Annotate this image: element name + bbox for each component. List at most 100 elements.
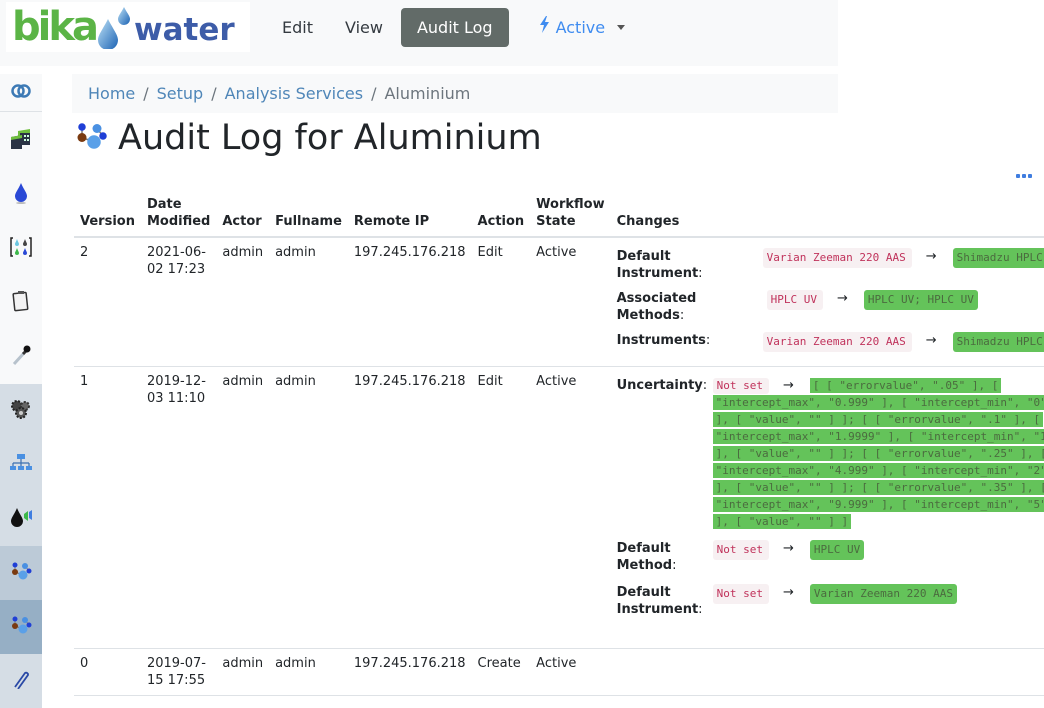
workflow-state-label: Active <box>555 18 606 37</box>
bika-water-logo[interactable]: bika water <box>6 2 250 52</box>
audit-log-table: Version Date Modified Actor Fullname Remo… <box>74 194 1044 696</box>
change-entry: Uncertainty: Not set →[ [ "errorvalue", "… <box>617 377 1044 530</box>
header-label: Changes <box>616 214 680 229</box>
change-entry: Default Instrument: Varian Zeeman 220 AA… <box>617 248 1044 282</box>
change-field: Associated Methods: <box>616 291 697 323</box>
breadcrumb-separator: / <box>371 84 377 103</box>
sidebar-toggle[interactable] <box>0 74 42 112</box>
header-label: Remote IP <box>353 214 430 229</box>
header-label: Modified <box>146 214 211 229</box>
col-action[interactable]: Action <box>471 194 531 238</box>
nav-view[interactable]: View <box>329 8 399 47</box>
new-value: Shimadzu HPLC <box>952 332 1044 352</box>
sidebar-item-sample-types[interactable] <box>0 492 42 546</box>
header-label: State <box>536 214 576 229</box>
cell-changes <box>610 648 1044 696</box>
sidebar-item-analysis-categories[interactable] <box>0 546 42 600</box>
more-dot <box>1022 174 1026 178</box>
change-values: Varian Zeeman 220 AAS → Shimadzu HPLC <box>761 248 1044 282</box>
nav-edit[interactable]: Edit <box>266 8 329 47</box>
change-field: Default Method: <box>616 541 677 573</box>
table-header-row: Version Date Modified Actor Fullname Remo… <box>74 194 1044 238</box>
clipboard-icon <box>12 290 30 316</box>
change-field: Uncertainty: <box>616 378 708 393</box>
change-field-name: Default <box>616 541 671 556</box>
sidebar-item-sample-points[interactable] <box>0 330 42 384</box>
breadcrumb-analysis-services[interactable]: Analysis Services <box>225 84 363 103</box>
water-drop-icon <box>13 182 29 208</box>
date-part: 2021-06- <box>146 245 206 260</box>
arrow-right-icon: → <box>925 333 937 348</box>
oil-drops-icon <box>9 506 33 532</box>
sidebar-item-methods[interactable] <box>0 654 42 708</box>
change-entry: Default Method: Not set → HPLC UV <box>617 540 1044 574</box>
sidebar-item-analysis-services[interactable] <box>0 600 42 654</box>
new-value: [ [ "errorvalue", ".05" ], [ "intercept_… <box>712 378 1044 529</box>
change-values: Not set → HPLC UV <box>712 540 1044 574</box>
nav-audit-log[interactable]: Audit Log <box>400 8 509 47</box>
page-title: Audit Log for Aluminium <box>118 118 542 158</box>
header-label: Fullname <box>275 214 342 229</box>
arrow-right-icon: → <box>836 291 848 306</box>
col-actor[interactable]: Actor <box>216 194 270 238</box>
col-remote-ip[interactable]: Remote IP <box>347 194 472 238</box>
col-fullname[interactable]: Fullname <box>269 194 348 238</box>
sidebar-item-clients[interactable] <box>0 114 42 168</box>
sidebar-item-setup[interactable] <box>0 384 42 438</box>
workflow-state-dropdown[interactable]: Active <box>523 8 642 47</box>
change-entry: Instruments: Varian Zeeman 220 AAS → Shi… <box>617 332 1044 352</box>
breadcrumb: Home / Setup / Analysis Services / Alumi… <box>72 74 838 113</box>
old-value: Not set <box>712 540 769 560</box>
caret-down-icon <box>617 25 626 30</box>
arrow-right-icon: → <box>782 378 794 393</box>
old-value: Not set <box>712 378 769 394</box>
header-label: Date <box>146 197 182 212</box>
date-part: 02 17:23 <box>146 262 206 277</box>
sidebar-item-batches[interactable] <box>0 222 42 276</box>
change-entry: Default Instrument: Not set → Varian Zeem… <box>617 584 1044 618</box>
breadcrumb-setup[interactable]: Setup <box>157 84 204 103</box>
molecule-icon <box>10 615 32 639</box>
cell-action: Edit <box>471 366 531 649</box>
sidebar-item-lab-departments[interactable] <box>0 438 42 492</box>
cell-actor: admin <box>216 366 270 649</box>
cell-changes: Uncertainty: Not set →[ [ "errorvalue", "… <box>610 366 1044 649</box>
cell-fullname: admin <box>269 648 348 696</box>
cell-fullname: admin <box>269 366 348 649</box>
page-header: Audit Log for Aluminium <box>74 118 542 158</box>
cell-remote-ip: 197.245.176.218 <box>347 237 472 367</box>
logo-text-bika: bika <box>12 4 99 50</box>
cell-version: 1 <box>74 366 141 649</box>
breadcrumb-home[interactable]: Home <box>88 84 135 103</box>
new-value: Varian Zeeman 220 AAS <box>809 584 957 604</box>
col-date-modified[interactable]: Date Modified <box>140 194 217 238</box>
cell-version: 2 <box>74 237 141 367</box>
sidebar-item-samples[interactable] <box>0 168 42 222</box>
new-value: Shimadzu HPLC <box>952 248 1044 268</box>
toggle-icon <box>11 83 31 102</box>
cell-state: Active <box>530 366 611 649</box>
col-workflow-state[interactable]: Workflow State <box>530 194 611 238</box>
change-values: Not set → Varian Zeeman 220 AAS <box>712 584 1044 618</box>
molecule-icon <box>10 561 32 585</box>
cell-remote-ip: 197.245.176.218 <box>347 648 472 696</box>
sidebar-item-worksheets[interactable] <box>0 276 42 330</box>
col-changes[interactable]: Changes <box>610 194 1044 238</box>
arrow-right-icon: → <box>782 585 794 600</box>
change-values: HPLC UV → HPLC UV; HPLC UV <box>765 290 1044 324</box>
col-version[interactable]: Version <box>74 194 141 238</box>
change-field: Instruments: <box>616 333 711 348</box>
cell-actor: admin <box>216 237 270 367</box>
hierarchy-icon <box>10 453 32 477</box>
cell-action: Edit <box>471 237 531 367</box>
cell-state: Active <box>530 648 611 696</box>
breadcrumb-current: Aluminium <box>384 84 471 103</box>
date-part: 2019-07- <box>146 656 206 671</box>
date-part: 03 11:10 <box>146 391 206 406</box>
more-options-button[interactable] <box>1016 174 1032 178</box>
top-navbar: bika water Edit View Audit Log Active <box>0 0 838 66</box>
old-value: Varian Zeeman 220 AAS <box>762 248 912 268</box>
old-value: HPLC UV <box>766 290 823 310</box>
cell-changes: Default Instrument: Varian Zeeman 220 AA… <box>610 237 1044 367</box>
old-value: Not set <box>712 584 769 604</box>
